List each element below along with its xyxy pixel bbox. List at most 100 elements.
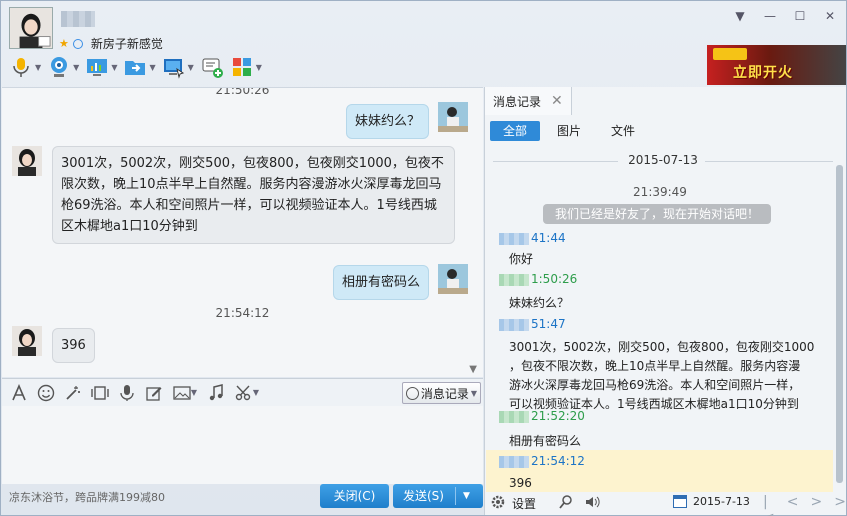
message-history-button[interactable]: 消息记录 ▼ (401, 382, 481, 404)
remote-desktop-button[interactable]: ▼ (162, 55, 194, 79)
screen-share-button[interactable]: ▼ (85, 55, 117, 79)
emoji-button[interactable] (37, 384, 55, 402)
tab-message-history[interactable]: 消息记录 ✕ (485, 87, 572, 115)
incoming-message: 396 (52, 328, 95, 363)
status-row: ★ 新房子新感觉 (59, 35, 163, 52)
voice-message-button[interactable] (118, 384, 136, 402)
contact-avatar-small[interactable] (12, 326, 42, 356)
menu-dropdown-icon[interactable]: ▼ (732, 9, 748, 23)
last-page-icon[interactable]: >| (834, 494, 847, 516)
chevron-down-icon: ▼ (111, 62, 118, 72)
screen-share-icon (87, 59, 108, 76)
create-group-chat-button[interactable] (200, 55, 224, 79)
sender-name-redacted (499, 318, 529, 331)
history-footer: 设置 2015-7-13 |< < > >| (485, 491, 847, 516)
sender-name-redacted (499, 410, 529, 423)
mic-icon (120, 384, 134, 401)
message-line: 3001次，5002次，刚交500，包夜800，包夜刚交1000，包夜不 (61, 156, 444, 171)
history-scrollbar[interactable] (835, 161, 844, 491)
divider (455, 487, 456, 505)
history-time: 21:52:20 (531, 409, 585, 423)
filter-all-tab[interactable]: 全部 (490, 121, 541, 141)
group-chat-add-icon (202, 58, 223, 78)
apps-button[interactable]: ▼ (230, 55, 262, 79)
settings-label[interactable]: 设置 (512, 495, 536, 512)
message-history-panel: 消息记录 ✕ 全部 图片 文件 2015-07-13 21:39:49 我们已经… (484, 87, 847, 516)
speaker-icon[interactable] (584, 494, 600, 513)
history-message: 3001次，5002次，刚交500，包夜800，包夜刚交1000 ，包夜不限次数… (509, 338, 829, 414)
nudge-button[interactable] (64, 384, 82, 402)
send-label: 发送(S) (403, 489, 444, 503)
outgoing-message: 相册有密码么 (333, 265, 430, 300)
webcam-icon (51, 57, 68, 77)
date-divider: 2015-07-13 (493, 153, 833, 169)
folder-icon (125, 61, 146, 75)
maximize-icon[interactable]: ☐ (792, 9, 808, 23)
music-note-icon (209, 383, 223, 400)
screenshot-button[interactable]: ▼ (234, 384, 260, 402)
voice-call-button[interactable]: ▼ (9, 55, 41, 79)
divider-line (705, 161, 833, 162)
chat-message-area[interactable]: 21:50:26 妹妹约么？ 3001次，5002次，刚交500，包夜800，包… (2, 87, 483, 377)
history-filter-tabs: 全部 图片 文件 (490, 121, 648, 141)
send-options-chevron-icon[interactable]: ▼ (463, 484, 470, 508)
vip-star-icon: ★ (59, 37, 69, 50)
footer-date: 2015-7-13 (693, 495, 750, 508)
scrollbar-thumb[interactable] (836, 165, 843, 483)
font-button[interactable] (10, 383, 28, 402)
close-button[interactable]: 关闭(C) (320, 484, 389, 508)
ad-text: 立即开火 (733, 65, 793, 81)
message-line: 区木樨地a1口10分钟到 (61, 219, 198, 234)
prev-page-icon[interactable]: < (787, 494, 799, 516)
handwriting-button[interactable] (145, 384, 163, 402)
remote-desktop-icon (163, 59, 184, 79)
chat-window: ★ 新房子新感觉 ▼ — ☐ ✕ ▼ ▼ ▼ ▼ ▼ ▼ 立即开火 21:50:… (0, 0, 847, 516)
close-icon[interactable]: ✕ (822, 9, 838, 23)
send-video-button[interactable] (91, 384, 109, 402)
sender-name-redacted (499, 232, 529, 245)
scroll-down-icon[interactable]: ▼ (469, 364, 477, 375)
game-ad-banner[interactable]: 立即开火 (707, 45, 846, 85)
date-picker[interactable]: 2015-7-13 (673, 495, 750, 508)
history-time: 21:54:12 (531, 454, 585, 468)
close-tab-icon[interactable]: ✕ (551, 93, 563, 109)
history-sender-line: 1:50:26 (499, 272, 577, 286)
my-avatar[interactable] (438, 264, 468, 294)
sender-name-redacted (499, 455, 529, 468)
chevron-down-icon: ▼ (187, 62, 194, 72)
tab-label: 消息记录 (493, 94, 542, 109)
chevron-down-icon: ▼ (255, 62, 262, 72)
history-message: 你好 (509, 252, 534, 266)
sender-name-redacted (499, 273, 529, 286)
music-button[interactable] (207, 383, 225, 402)
message-line: 游冰火深厚毒龙回马枪69洗浴。本人和空间照片一样， (509, 378, 801, 392)
send-file-button[interactable]: ▼ (123, 55, 156, 79)
my-avatar[interactable] (438, 102, 468, 132)
contact-avatar-small[interactable] (12, 146, 42, 176)
qq-status-icon (72, 38, 83, 49)
input-toolbar: ▼ ▼ 消息记录 ▼ (2, 378, 483, 406)
contact-signature: 新房子新感觉 (90, 37, 163, 51)
search-icon[interactable] (558, 494, 574, 513)
contact-avatar[interactable] (9, 7, 53, 49)
next-page-icon[interactable]: > (810, 494, 822, 516)
history-sender-line: 41:44 (499, 231, 566, 245)
minimize-icon[interactable]: — (762, 9, 778, 23)
history-sender-line: 21:52:20 (499, 409, 585, 423)
filter-images-tab[interactable]: 图片 (544, 121, 594, 141)
message-line: 限次数，晚上10点半早上自然醒。服务内容漫游冰火深厚毒龙回马 (61, 177, 442, 192)
history-message: 相册有密码么 (509, 434, 582, 448)
filter-files-tab[interactable]: 文件 (598, 121, 648, 141)
smiley-icon (37, 384, 55, 401)
history-time: 1:50:26 (531, 272, 578, 286)
footer-promo-link[interactable]: 凉东沐浴节，跨品牌满199减80 (9, 489, 165, 505)
first-page-icon[interactable]: |< (763, 494, 775, 516)
settings-gear-icon[interactable] (490, 494, 506, 513)
send-image-button[interactable]: ▼ (172, 384, 198, 402)
message-input[interactable] (2, 406, 483, 484)
video-call-button[interactable]: ▼ (47, 55, 79, 79)
contact-name-redacted (61, 11, 95, 27)
chevron-down-icon: ▼ (470, 388, 477, 398)
send-button[interactable]: 发送(S) ▼ (393, 484, 483, 508)
message-timestamp: 21:50:26 (215, 87, 270, 97)
